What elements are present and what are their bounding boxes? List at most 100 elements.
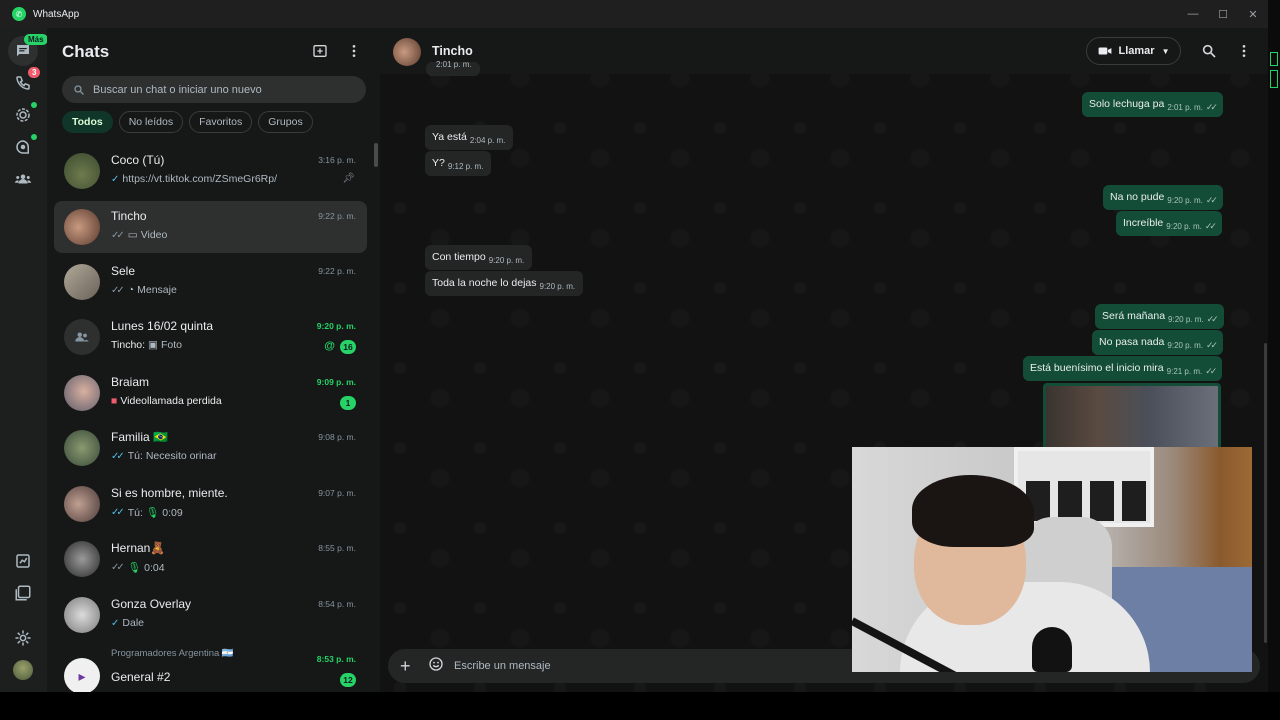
search-messages-button[interactable] [1201, 43, 1217, 64]
read-ticks-icon: ✓ [111, 617, 120, 629]
title-bar: ✆ WhatsApp — ☐ ✕ [0, 0, 1268, 28]
chat-name: Sele [111, 264, 136, 278]
chat-time: 8:54 p. m. [318, 599, 356, 609]
message-bubble[interactable]: Y? 9:12 p. m. [425, 151, 492, 176]
chat-name: Lunes 16/02 quinta [111, 319, 214, 333]
missed-video-call-icon: ■ [111, 395, 118, 407]
rail-chats-badge: Más [24, 34, 48, 45]
chat-item-hernan[interactable]: Hernan🧸 8:55 p. m. ✓✓ 🎙︎ 0:04 [54, 533, 367, 585]
status-icon [16, 108, 30, 122]
chat-item-familia[interactable]: Familia 🇧🇷 9:08 p. m. ✓✓ Tú: Necesito ori… [54, 422, 367, 474]
read-ticks-icon: ✓ [111, 173, 120, 185]
message-bubble[interactable]: Ya está 2:04 p. m. [425, 125, 514, 150]
chat-name: Si es hombre, miente. [111, 486, 228, 500]
chats-title: Chats [62, 42, 110, 61]
chat-item-tincho[interactable]: Tincho 9:22 p. m. ✓✓ ▭ Video [54, 201, 367, 253]
message-time: 9:21 p. m. [1166, 367, 1203, 376]
filter-groups[interactable]: Grupos [258, 111, 313, 133]
chat-item-si-es-hombre[interactable]: Si es hombre, miente. 9:07 p. m. ✓✓ Tú: 🎙︎… [54, 478, 367, 530]
chat-preview: Tú: Necesito orinar [127, 450, 217, 462]
taskbar-strip [0, 692, 1280, 720]
search-bar[interactable] [62, 76, 366, 103]
close-button[interactable]: ✕ [1238, 0, 1268, 28]
message-text: Toda la noche lo dejas [432, 277, 537, 289]
double-tick-icon: ✓✓ [1206, 314, 1219, 324]
community-name: Programadores Argentina 🇦🇷 [111, 648, 234, 659]
chat-name: Coco (Tú) [111, 153, 165, 167]
message-bubble[interactable]: Increíble 9:20 p. m. ✓✓ [1116, 211, 1222, 236]
chat-preview: https://vt.tiktok.com/ZSmeGr6Rp/ [122, 173, 278, 185]
message-time: 9:20 p. m. [1168, 315, 1204, 324]
sent-ticks-icon: ✓✓ [111, 284, 125, 296]
chat-time: 9:22 p. m. [318, 266, 356, 276]
message-bubble[interactable]: Toda la noche lo dejas 9:20 p. m. [425, 271, 584, 296]
kebab-menu-icon [1242, 45, 1246, 57]
message-text: Y? [432, 157, 445, 169]
message-bubble[interactable]: No pasa nada 9:20 p. m. ✓✓ [1092, 330, 1224, 355]
maximize-button[interactable]: ☐ [1208, 0, 1238, 28]
kebab-menu-icon [352, 45, 356, 57]
video-icon: ▭ [127, 229, 138, 241]
rail-profile-button[interactable] [8, 655, 38, 685]
sticker-button[interactable] [428, 656, 444, 677]
contact-avatar[interactable] [393, 38, 421, 66]
list-menu-button[interactable] [346, 43, 362, 64]
search-icon [74, 84, 84, 95]
double-tick-icon: ✓✓ [1205, 366, 1217, 376]
message-time: 9:12 p. m. [447, 162, 484, 171]
chat-preview: Foto [160, 339, 182, 351]
message-text: Ya está [432, 131, 467, 143]
rail-media-button[interactable] [8, 578, 38, 608]
filter-favorites[interactable]: Favoritos [189, 111, 253, 133]
minimize-button[interactable]: — [1178, 0, 1208, 28]
message-bubble[interactable]: Será mañana 9:20 p. m. ✓✓ [1095, 304, 1224, 329]
message-bubble[interactable]: Con tiempo 9:20 p. m. [425, 245, 533, 270]
message-bubble[interactable]: Solo lechuga pa 2:01 p. m. ✓✓ [1082, 92, 1223, 117]
call-label: Llamar [1118, 45, 1155, 57]
message-bubble[interactable]: Na no pude 9:20 p. m. ✓✓ [1103, 185, 1223, 210]
whatsapp-logo-icon: ✆ [12, 7, 26, 21]
gallery-icon [15, 585, 31, 601]
search-input[interactable] [93, 83, 343, 96]
timer-icon: ◔ [127, 284, 135, 296]
contact-name[interactable]: Tincho [432, 44, 473, 58]
message-text: Con tiempo [432, 251, 486, 263]
chat-preview: Mensaje [137, 284, 177, 296]
message-time: 2:01 p. m. [436, 60, 472, 69]
conversation-menu-button[interactable] [1236, 43, 1252, 64]
message-text: Na no pude [1110, 191, 1165, 203]
message-bubble[interactable]: 2:01 p. m. [426, 60, 480, 76]
chat-item-general-2[interactable]: ▸ Programadores Argentina 🇦🇷 General #2 … [54, 644, 367, 692]
call-button[interactable]: Llamar ▼ [1086, 37, 1181, 65]
filter-all[interactable]: Todos [62, 111, 113, 133]
message-bubble[interactable]: Está buenísimo el inicio mira 9:21 p. m. ✓… [1023, 356, 1223, 381]
search-icon [1202, 44, 1216, 58]
message-time: 9:20 p. m. [1166, 222, 1202, 231]
chat-item-gonza[interactable]: Gonza Overlay 8:54 p. m. ✓ Dale [54, 589, 367, 641]
rail-starred-button[interactable] [8, 546, 38, 576]
chat-time: 9:08 p. m. [318, 432, 356, 442]
chat-item-sele[interactable]: Sele 9:22 p. m. ✓✓ ◔ Mensaje [54, 256, 367, 308]
conversation-scrollbar[interactable] [1264, 343, 1267, 643]
new-chat-button[interactable] [312, 43, 328, 64]
group-icon [75, 332, 89, 342]
filter-unread[interactable]: No leídos [118, 111, 184, 133]
chat-list-scrollbar[interactable] [374, 143, 378, 167]
chat-preview: Video [140, 229, 168, 241]
message-input[interactable] [454, 660, 834, 672]
read-ticks-icon: ✓✓ [111, 450, 125, 462]
chat-item-lunes-quinta[interactable]: Lunes 16/02 quinta 9:20 p. m. Tincho: ▣ Fo… [54, 311, 367, 363]
attach-button[interactable]: + [400, 656, 416, 677]
chat-time: 9:20 p. m. [316, 321, 356, 331]
rail-settings-button[interactable] [8, 623, 38, 653]
chat-item-braiam[interactable]: Braiam 9:09 p. m. ■ Videollamada perdida … [54, 367, 367, 419]
double-tick-icon: ✓✓ [1205, 102, 1218, 112]
filter-chips: Todos No leídos Favoritos Grupos [62, 111, 313, 133]
chat-name: Hernan🧸 [111, 541, 166, 555]
sent-ticks-icon: ✓✓ [111, 562, 125, 573]
rail-communities-button[interactable] [8, 164, 38, 194]
channels-dot [31, 134, 37, 140]
unread-badge: 1 [340, 396, 356, 410]
chat-item-coco[interactable]: Coco (Tú) 3:16 p. m. ✓ https://vt.tiktok.… [54, 145, 367, 197]
chat-name: Braiam [111, 375, 150, 389]
